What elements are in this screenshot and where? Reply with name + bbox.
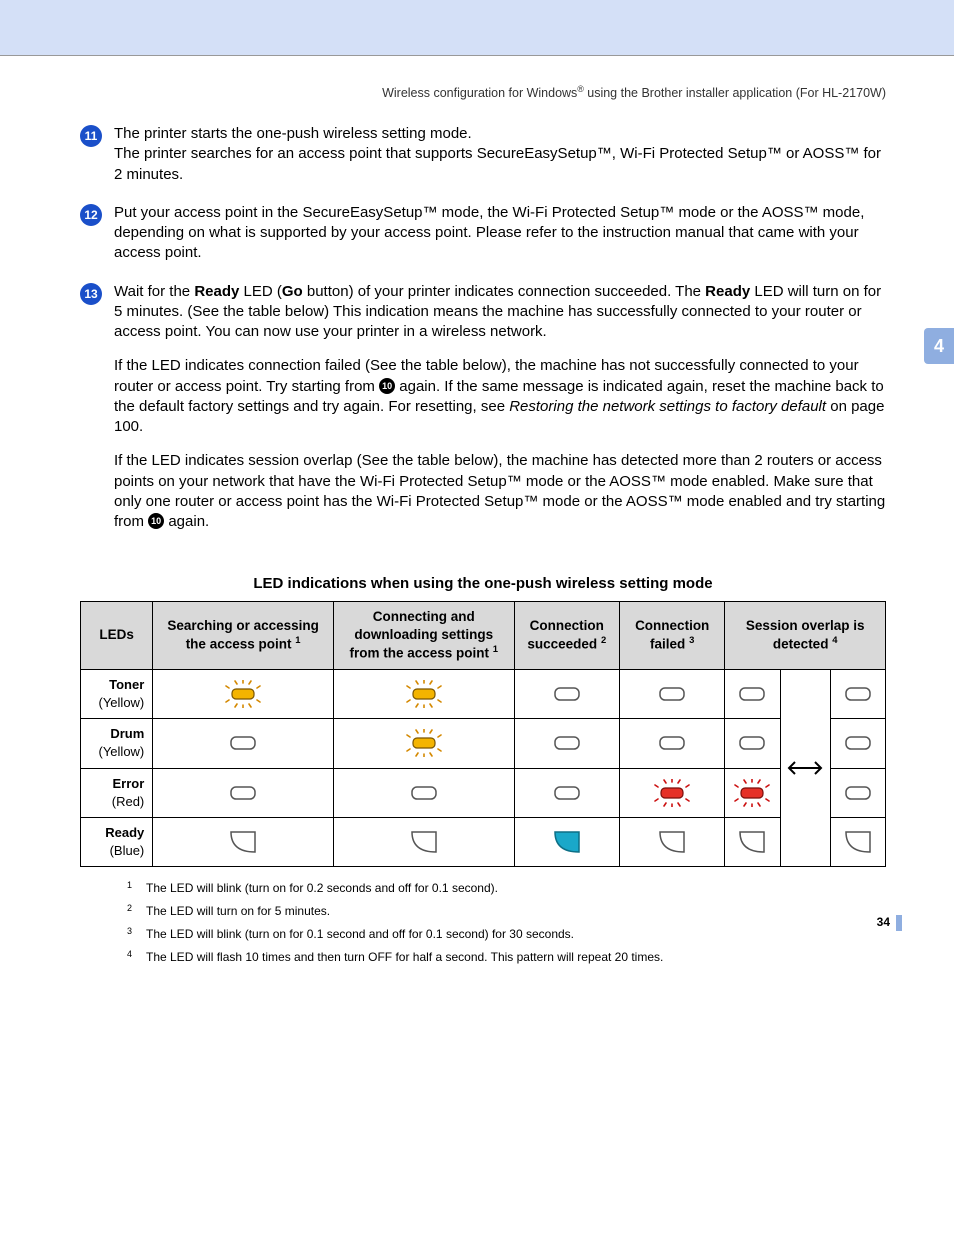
chapter-tab: 4 (924, 328, 954, 364)
step-11-line1: The printer starts the one-push wireless… (114, 125, 472, 142)
top-band (0, 0, 954, 56)
table-title: LED indications when using the one-push … (80, 574, 886, 594)
led-off-icon (153, 768, 334, 817)
ready-off-icon (725, 817, 780, 866)
inline-step-ref-10b: 10 (148, 513, 164, 529)
th-connecting: Connecting and downloading settings from… (333, 601, 514, 669)
footnote-3: 3The LED will blink (turn on for 0.1 sec… (122, 923, 886, 946)
step-11-line2: The printer searches for an access point… (114, 145, 881, 182)
led-off-icon (620, 669, 725, 718)
th-failed: Connection failed 3 (620, 601, 725, 669)
led-blink-red-icon (725, 768, 780, 817)
row-drum: Drum(Yellow) (81, 719, 886, 768)
row-error: Error(Red) (81, 768, 886, 817)
footnotes: 1The LED will blink (turn on for 0.2 sec… (80, 867, 886, 968)
row-drum-label: Drum(Yellow) (81, 719, 153, 768)
led-off-icon (153, 719, 334, 768)
header-breadcrumb: Wireless configuration for Windows® usin… (0, 56, 954, 100)
led-table: LEDs Searching or accessing the access p… (80, 601, 886, 868)
breadcrumb-post: using the Brother installer application … (584, 86, 886, 100)
row-ready: Ready(Blue) (81, 817, 886, 866)
step-11: 11 The printer starts the one-push wirel… (80, 124, 886, 185)
led-off-icon (333, 768, 514, 817)
double-arrow-icon (780, 669, 830, 867)
footnote-2: 2The LED will turn on for 5 minutes. (122, 900, 886, 923)
breadcrumb-pre: Wireless configuration for Windows (382, 86, 577, 100)
ready-off-icon (153, 817, 334, 866)
led-off-icon (514, 719, 619, 768)
ready-off-icon (333, 817, 514, 866)
step-12: 12 Put your access point in the SecureEa… (80, 203, 886, 264)
inline-step-ref-10: 10 (379, 378, 395, 394)
step-13-body: Wait for the Ready LED (Go button) of yo… (114, 282, 886, 547)
cross-ref-link[interactable]: Restoring the network settings to factor… (509, 398, 826, 415)
step-12-body: Put your access point in the SecureEasyS… (114, 203, 886, 264)
footnote-4: 4The LED will flash 10 times and then tu… (122, 946, 886, 969)
led-off-icon (830, 768, 885, 817)
led-blink-red-icon (620, 768, 725, 817)
ready-on-icon (514, 817, 619, 866)
step-13-p3: If the LED indicates session overlap (Se… (114, 451, 886, 532)
th-leds: LEDs (81, 601, 153, 669)
led-off-icon (830, 669, 885, 718)
led-off-icon (830, 719, 885, 768)
led-off-icon (514, 768, 619, 817)
page-content: 11 The printer starts the one-push wirel… (0, 100, 954, 968)
led-off-icon (725, 719, 780, 768)
footnote-1: 1The LED will blink (turn on for 0.2 sec… (122, 877, 886, 900)
ready-off-icon (620, 817, 725, 866)
th-succeeded: Connection succeeded 2 (514, 601, 619, 669)
ready-off-icon (830, 817, 885, 866)
table-header-row: LEDs Searching or accessing the access p… (81, 601, 886, 669)
led-off-icon (514, 669, 619, 718)
page-number-bar (896, 915, 902, 931)
step-13-p1: Wait for the Ready LED (Go button) of yo… (114, 282, 886, 343)
step-badge-12: 12 (80, 204, 102, 226)
led-blink-yellow-icon (333, 669, 514, 718)
th-overlap: Session overlap is detected 4 (725, 601, 886, 669)
led-blink-yellow-icon (333, 719, 514, 768)
step-badge-13: 13 (80, 283, 102, 305)
row-error-label: Error(Red) (81, 768, 153, 817)
step-13-p2: If the LED indicates connection failed (… (114, 356, 886, 437)
page-number: 34 (877, 915, 890, 929)
led-off-icon (620, 719, 725, 768)
led-off-icon (725, 669, 780, 718)
row-ready-label: Ready(Blue) (81, 817, 153, 866)
step-badge-11: 11 (80, 125, 102, 147)
step-12-text: Put your access point in the SecureEasyS… (114, 204, 864, 262)
step-11-body: The printer starts the one-push wireless… (114, 124, 886, 185)
led-blink-yellow-icon (153, 669, 334, 718)
row-toner-label: Toner(Yellow) (81, 669, 153, 718)
row-toner: Toner(Yellow) (81, 669, 886, 718)
th-searching: Searching or accessing the access point … (153, 601, 334, 669)
step-13: 13 Wait for the Ready LED (Go button) of… (80, 282, 886, 547)
